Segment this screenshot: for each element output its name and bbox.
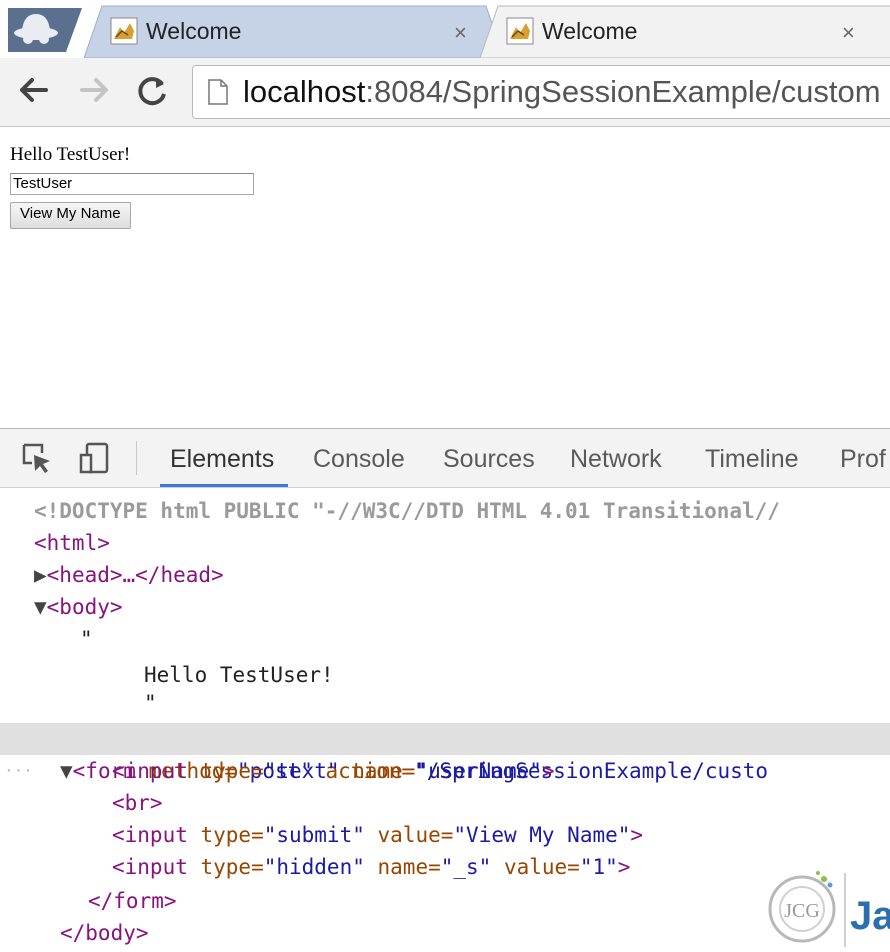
svg-text:JCG: JCG xyxy=(784,900,820,922)
tab-title: Welcome xyxy=(146,18,242,44)
tab-close-icon[interactable]: × xyxy=(454,20,467,46)
reload-icon[interactable] xyxy=(132,70,172,110)
jcg-logo: JCG Jav xyxy=(768,871,890,947)
greeting-text: Hello TestUser! xyxy=(10,144,131,165)
address-bar[interactable]: localhost:8084/SpringSessionExample/cust… xyxy=(192,65,890,119)
svg-text:Jav: Jav xyxy=(850,894,890,938)
devtools-tabbar: Elements Console Sources Network Timelin… xyxy=(0,429,890,488)
url-text: localhost:8084/SpringSessionExample/cust… xyxy=(243,74,881,110)
dom-text-quote: " xyxy=(80,627,93,651)
dom-tree: <!DOCTYPE html PUBLIC "-//W3C//DTD HTML … xyxy=(0,487,890,952)
collapse-triangle-icon: ▼ xyxy=(34,595,47,619)
forward-icon[interactable] xyxy=(74,70,114,110)
url-host: localhost xyxy=(243,74,366,109)
inspect-element-icon[interactable] xyxy=(20,441,54,475)
page-content: Hello TestUser! TestUser View My Name xyxy=(0,127,890,427)
dom-body[interactable]: ▼<body> xyxy=(34,591,123,623)
gutter-dots: ··· xyxy=(4,761,33,780)
dom-input-submit[interactable]: <input type="submit" value="View My Name… xyxy=(112,819,643,851)
dom-input-hidden[interactable]: <input type="hidden" name="_s" value="1"… xyxy=(112,851,630,883)
toolbar-divider xyxy=(136,441,137,475)
tab-elements[interactable]: Elements xyxy=(170,445,274,474)
tab-network[interactable]: Network xyxy=(570,445,662,474)
dom-input-text[interactable]: <input type="text" name="userName"> xyxy=(112,755,555,787)
back-icon[interactable] xyxy=(14,70,54,110)
dom-form-selected[interactable]: ··· ▼<form method="post" action="/SpringS… xyxy=(0,723,890,783)
dom-text-quote: " xyxy=(144,691,157,715)
tab-console[interactable]: Console xyxy=(313,445,405,474)
tab-close-icon[interactable]: × xyxy=(842,20,855,46)
username-input[interactable]: TestUser xyxy=(10,173,254,195)
tab-sources[interactable]: Sources xyxy=(443,445,535,474)
dom-head[interactable]: ▶<head>…</head> xyxy=(34,559,224,591)
tab-strip: Welcome × Welcome × xyxy=(0,0,890,58)
collapse-triangle-icon: ▼ xyxy=(60,759,73,783)
page-icon xyxy=(208,79,228,105)
tab-title: Welcome xyxy=(542,18,638,44)
dom-br[interactable]: <br> xyxy=(112,787,163,819)
tomcat-favicon-icon xyxy=(110,17,138,45)
tab-welcome-1[interactable]: Welcome × xyxy=(84,4,504,58)
device-mode-icon[interactable] xyxy=(78,441,112,475)
browser-toolbar: localhost:8084/SpringSessionExample/cust… xyxy=(0,58,890,127)
tab-timeline[interactable]: Timeline xyxy=(705,445,799,474)
tomcat-favicon-icon xyxy=(506,17,534,45)
dom-body-close[interactable]: </body> xyxy=(60,917,149,949)
tab-welcome-2[interactable]: Welcome × xyxy=(480,4,890,58)
devtools-panel: Elements Console Sources Network Timelin… xyxy=(0,428,890,952)
dom-text-node[interactable]: Hello TestUser! xyxy=(144,659,334,691)
dom-form-close[interactable]: </form> xyxy=(88,885,177,917)
dom-html[interactable]: <html> xyxy=(34,527,110,559)
url-path: :8084/SpringSessionExample/custom xyxy=(365,74,881,109)
dom-doctype[interactable]: <!DOCTYPE html PUBLIC "-//W3C//DTD HTML … xyxy=(34,495,780,527)
view-my-name-button[interactable]: View My Name xyxy=(10,202,131,229)
incognito-icon xyxy=(8,8,82,52)
tab-profiles[interactable]: Prof xyxy=(840,445,886,474)
expand-triangle-icon: ▶ xyxy=(34,563,47,587)
